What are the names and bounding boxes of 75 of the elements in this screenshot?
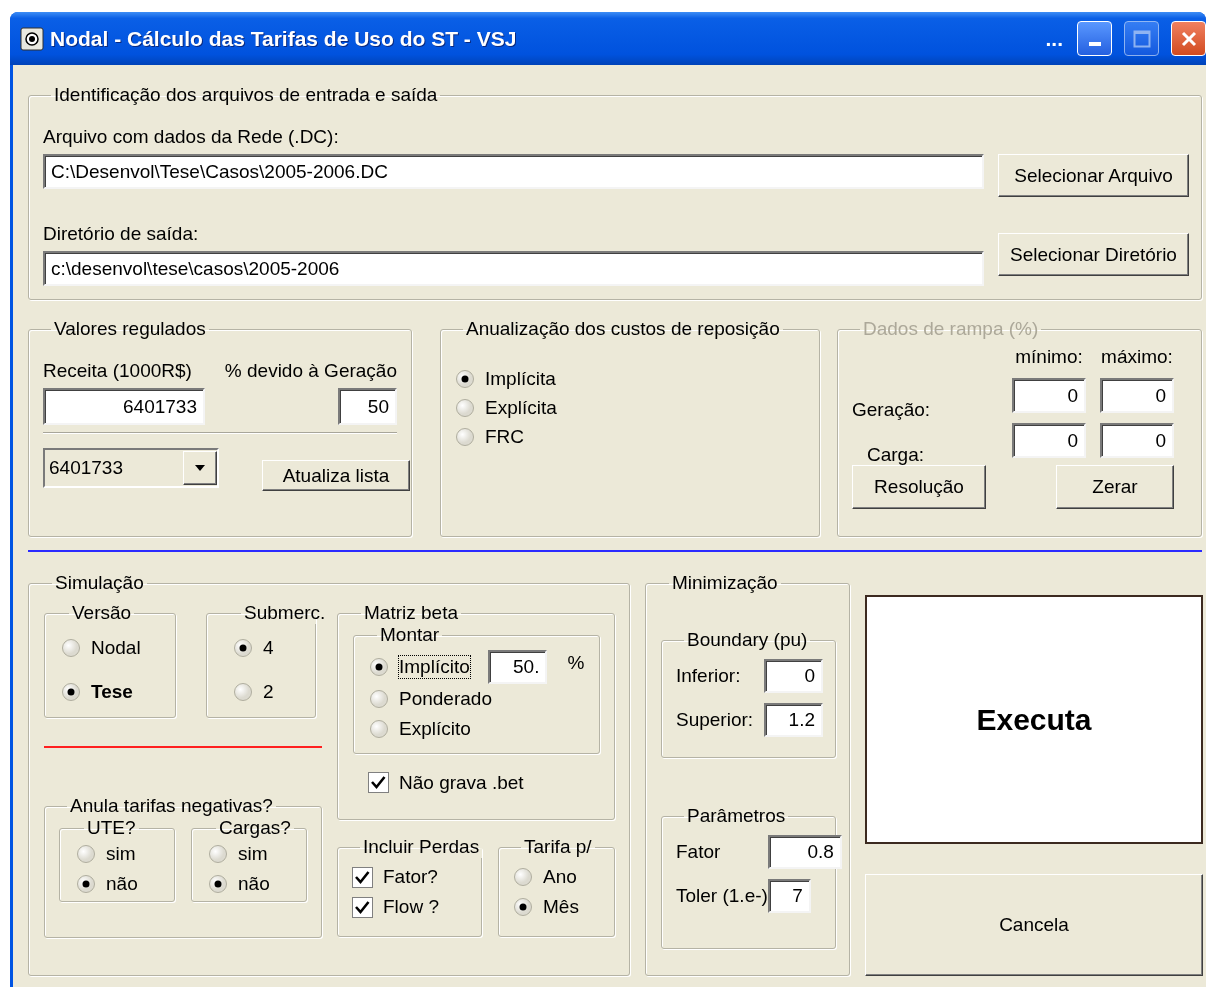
unit-label: % <box>567 652 585 674</box>
maximize-icon <box>1132 29 1151 48</box>
group-title: Minimização <box>671 572 779 594</box>
group-title: Parâmetros <box>686 805 787 827</box>
radio-button[interactable]: Ano <box>513 862 608 892</box>
group-title: Valores regulados <box>53 318 207 340</box>
app-icon <box>20 26 44 51</box>
radio-button[interactable]: sim <box>208 839 300 869</box>
select-button[interactable]: Selecionar Arquivo <box>998 154 1189 197</box>
column-label: máximo: <box>1100 346 1174 368</box>
radio-button[interactable]: Nodal <box>61 626 165 670</box>
group-title: Submerc. <box>243 602 327 624</box>
row-label: Carga: <box>866 444 926 466</box>
text-field[interactable]: 0 <box>764 659 823 693</box>
field-label: Arquivo com dados da Rede (.DC): <box>43 126 340 148</box>
group-title: Matriz beta <box>363 602 459 624</box>
group-title: Montar <box>379 624 441 646</box>
radio-button[interactable]: 2 <box>233 670 305 714</box>
radio-button[interactable]: sim <box>76 839 168 869</box>
field-label: Inferior: <box>676 665 742 687</box>
text-field[interactable]: 50 <box>338 388 397 425</box>
field-label: Superior: <box>676 709 755 731</box>
field-label: Toler (1.e-) <box>676 885 768 907</box>
checkbox[interactable]: Não grava .bet <box>368 768 600 797</box>
update-button[interactable]: Atualiza lista <box>262 460 410 491</box>
text-field[interactable]: 7 <box>767 879 811 913</box>
combo-box[interactable]: 6401733 <box>43 448 219 488</box>
dropdown-button[interactable] <box>183 451 217 485</box>
maximize-button[interactable] <box>1124 21 1159 56</box>
field-label: % devido à Geração <box>224 360 397 382</box>
radio-button[interactable]: Ponderado <box>369 684 492 714</box>
radio-button[interactable]: Explícita <box>455 393 805 422</box>
column-label: mínimo: <box>1014 346 1084 368</box>
action-button[interactable]: Executa <box>865 595 1203 844</box>
window-title: Nodal - Cálculo das Tarifas de Uso do ST - VSJ <box>50 26 517 51</box>
group-title: Anula tarifas negativas? <box>69 795 274 817</box>
action-button[interactable]: Cancela <box>865 874 1203 976</box>
radio-button[interactable]: Implícito <box>369 652 470 682</box>
group-title: Identificação dos arquivos de entrada e saída <box>53 84 439 106</box>
caret-icon <box>194 464 206 472</box>
group-title: Incluir Perdas <box>362 836 481 858</box>
text-field[interactable]: C:\Desenvol\Tese\Casos\2005-2006.DC <box>43 154 984 189</box>
text-field[interactable]: 50. <box>488 650 548 684</box>
close-icon <box>1179 29 1198 48</box>
group-title: Anualização dos custos de reposição <box>465 318 781 340</box>
group-title: UTE? <box>86 817 137 839</box>
checkbox[interactable]: Flow ? <box>352 892 475 922</box>
radio-button[interactable]: 4 <box>233 626 305 670</box>
title-ellipsis: ... <box>1045 26 1063 51</box>
group-title: Boundary (pu) <box>686 629 809 651</box>
text-field[interactable]: c:\desenvol\tese\casos\2005-2006 <box>43 251 984 286</box>
radio-button[interactable]: FRC <box>455 422 805 451</box>
group-title: Tarifa p/ <box>523 836 593 858</box>
radio-button[interactable]: Explícito <box>369 714 471 744</box>
text-field[interactable]: 6401733 <box>43 388 205 425</box>
field-label: Fator <box>676 841 722 863</box>
minimize-icon <box>1088 41 1101 46</box>
group-title: Cargas? <box>218 817 292 839</box>
field-label: Diretório de saída: <box>43 223 200 245</box>
group-title: Dados de rampa (%) <box>862 318 1040 340</box>
minimize-button[interactable] <box>1077 21 1112 56</box>
field-label: Receita (1000R$) <box>43 360 193 382</box>
radio-button[interactable]: Mês <box>513 892 608 922</box>
checkbox[interactable]: Fator? <box>352 862 475 892</box>
group-title: Simulação <box>54 572 145 594</box>
radio-button[interactable]: Implícita <box>455 364 805 393</box>
radio-button[interactable]: Tese <box>61 670 165 714</box>
radio-button[interactable]: não <box>208 869 300 899</box>
select-button[interactable]: Selecionar Diretório <box>998 233 1189 276</box>
text-field[interactable]: 1.2 <box>764 703 823 737</box>
close-button[interactable] <box>1171 21 1206 56</box>
row-label: Geração: <box>852 399 932 421</box>
radio-button[interactable]: não <box>76 869 168 899</box>
text-field[interactable]: 0.8 <box>767 835 842 869</box>
group-title: Versão <box>71 602 133 624</box>
